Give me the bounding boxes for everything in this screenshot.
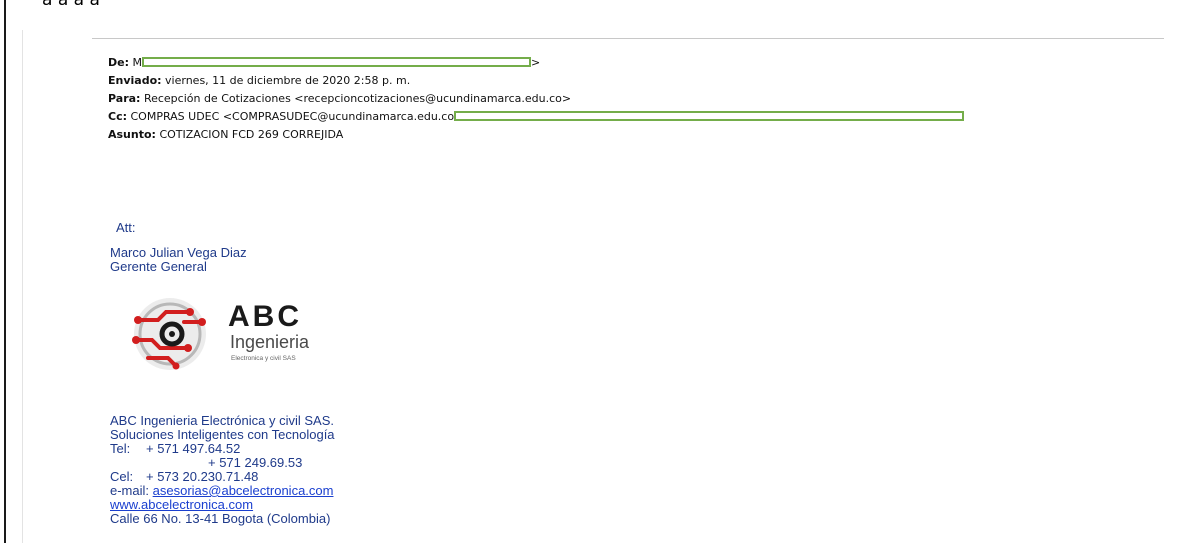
website-row: www.abcelectronica.com — [110, 498, 335, 512]
tel-label: Tel: — [110, 441, 131, 456]
cc-value: COMPRAS UDEC <COMPRASUDEC@ucundinamarca.… — [130, 110, 455, 123]
email-label: e-mail: — [110, 483, 150, 498]
to-value: Recepción de Cotizaciones <recepcioncoti… — [143, 92, 572, 105]
website-link[interactable]: www.abcelectronica.com — [110, 497, 253, 512]
from-value: M — [132, 56, 143, 69]
subject-row: Asunto: COTIZACION FCD 269 CORREJIDA — [108, 126, 964, 144]
sent-value: viernes, 11 de diciembre de 2020 2:58 p.… — [165, 74, 411, 87]
address: Calle 66 No. 13-41 Bogota (Colombia) — [110, 511, 331, 526]
company-signature: ABC Ingenieria Electrónica y civil SAS. … — [110, 414, 335, 526]
abc-ingenieria-logo: ABC Ingenieria Electronica y civil SAS — [132, 298, 310, 370]
logo-tagline: Electronica y civil SAS — [231, 355, 296, 362]
page-border-left — [4, 0, 6, 543]
company-slogan: Soluciones Inteligentes con Tecnología — [110, 427, 335, 442]
tel-2: + 571 249.69.53 — [208, 455, 303, 470]
from-label: De: — [108, 56, 129, 69]
cel-row: Cel: + 573 20.230.71.48 — [110, 470, 335, 484]
tel-1: + 571 497.64.52 — [146, 441, 241, 456]
cc-label: Cc: — [108, 110, 127, 123]
redaction-box — [454, 111, 965, 121]
cel-label: Cel: — [110, 469, 134, 484]
sent-row: Enviado: viernes, 11 de diciembre de 202… — [108, 72, 964, 90]
to-label: Para: — [108, 92, 141, 105]
to-row: Para: Recepción de Cotizaciones <recepci… — [108, 90, 964, 108]
header-divider — [92, 38, 1164, 39]
subject-label: Asunto: — [108, 128, 156, 141]
cc-row: Cc: COMPRAS UDEC <COMPRASUDEC@ucundinama… — [108, 108, 965, 126]
email-row: e-mail: asesorias@abcelectronica.com — [110, 484, 335, 498]
quote-border-left — [22, 30, 23, 543]
tel-row-2: + 571 249.69.53 — [110, 456, 335, 470]
circuit-circle-icon — [132, 298, 206, 370]
signature-block: Marco Julian Vega Diaz Gerente General — [110, 246, 247, 274]
signer-name: Marco Julian Vega Diaz — [110, 245, 247, 260]
company-name: ABC Ingenieria Electrónica y civil SAS. — [110, 413, 334, 428]
email-link[interactable]: asesorias@abcelectronica.com — [153, 483, 334, 498]
abc-letters: ABC — [228, 300, 302, 333]
from-row: De: M > — [108, 54, 964, 72]
cel-value: + 573 20.230.71.48 — [146, 469, 259, 484]
signer-title: Gerente General — [110, 259, 207, 274]
sent-label: Enviado: — [108, 74, 162, 87]
att-text: Att: — [116, 220, 136, 235]
svg-text:ABC: ABC — [228, 300, 302, 333]
logo-name: Ingenieria — [230, 332, 310, 352]
subject-value: COTIZACION FCD 269 CORREJIDA — [159, 128, 344, 141]
email-header: De: M > Enviado: viernes, 11 de diciembre… — [108, 54, 965, 144]
cropped-top-text: a a a a — [42, 0, 100, 10]
tel-row: Tel: + 571 497.64.52 — [110, 442, 335, 456]
redaction-box — [142, 57, 531, 67]
from-suffix: > — [531, 56, 541, 69]
